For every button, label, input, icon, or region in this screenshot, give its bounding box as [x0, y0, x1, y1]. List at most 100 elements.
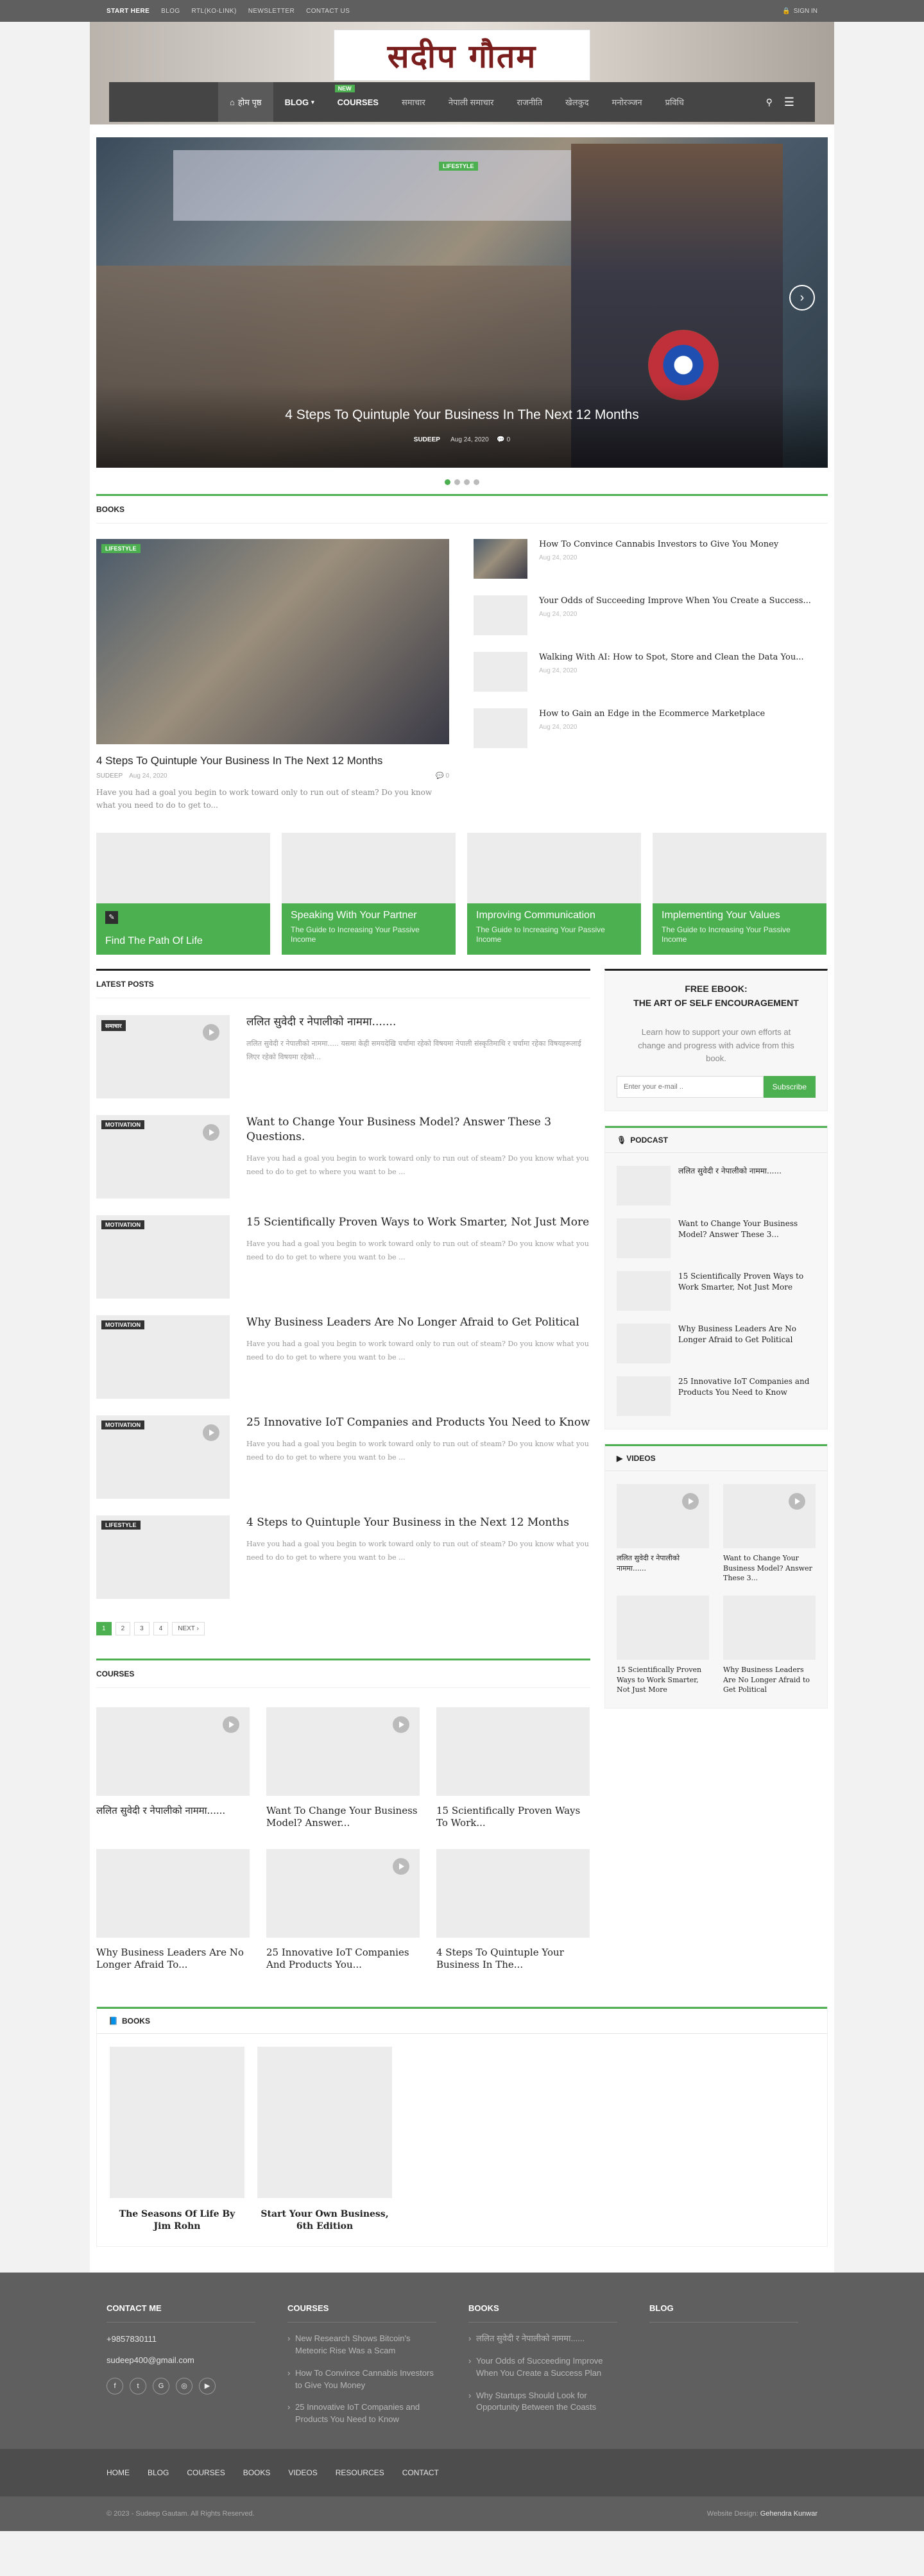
- post-author[interactable]: SUDEEP: [96, 772, 123, 780]
- nav-courses[interactable]: NEW COURSES: [326, 82, 390, 122]
- post-thumbnail[interactable]: [474, 539, 527, 579]
- top-link-newsletter[interactable]: NEWSLETTER: [248, 8, 295, 15]
- slider-author[interactable]: SUDEEP: [414, 436, 440, 443]
- book-cover[interactable]: [257, 2046, 392, 2198]
- nav-blog[interactable]: BLOG ▾: [273, 82, 326, 122]
- category-badge[interactable]: MOTIVATION: [101, 1320, 145, 1329]
- footer-link[interactable]: Your Odds of Succeeding Improve When You…: [468, 2355, 617, 2380]
- course-thumbnail[interactable]: [436, 1707, 590, 1796]
- footer-nav-home[interactable]: HOME: [107, 2468, 130, 2477]
- video-thumbnail[interactable]: [617, 1484, 709, 1549]
- post-thumbnail[interactable]: समाचार: [96, 1014, 230, 1098]
- latest-post[interactable]: MOTIVATION Want to Change Your Business …: [96, 1114, 590, 1198]
- podcast-item-title[interactable]: ललित सुवेदी र नेपालीको नाममा......: [678, 1166, 782, 1206]
- subscribe-button[interactable]: Subscribe: [763, 1076, 816, 1098]
- post-title[interactable]: Why Business Leaders Are No Longer Afrai…: [246, 1315, 590, 1330]
- video-thumbnail[interactable]: [617, 1596, 709, 1660]
- email-field[interactable]: [617, 1076, 764, 1098]
- nav-sports[interactable]: खेलकुद: [554, 82, 600, 122]
- post-thumbnail[interactable]: [474, 708, 527, 748]
- footer-nav-contact[interactable]: CONTACT: [402, 2468, 439, 2477]
- facebook-icon[interactable]: f: [107, 2377, 123, 2394]
- footer-nav-resources[interactable]: RESOURCES: [336, 2468, 384, 2477]
- course-title[interactable]: 4 Steps To Quintuple Your Business In Th…: [436, 1947, 590, 1972]
- post-thumbnail[interactable]: LIFESTYLE: [96, 1515, 230, 1599]
- next-page-button[interactable]: NEXT ›: [172, 1621, 205, 1635]
- book-cover[interactable]: [110, 2046, 244, 2198]
- post-title[interactable]: Want to Change Your Business Model? Answ…: [246, 1115, 590, 1145]
- course-thumbnail[interactable]: [266, 1707, 420, 1796]
- slider-category-badge[interactable]: LIFESTYLE: [439, 162, 478, 171]
- podcast-item[interactable]: 15 Scientifically Proven Ways to Work Sm…: [605, 1258, 827, 1311]
- latest-post[interactable]: LIFESTYLE 4 Steps to Quintuple Your Busi…: [96, 1515, 590, 1599]
- instagram-icon[interactable]: ◎: [176, 2377, 193, 2394]
- podcast-item-title[interactable]: Want to Change Your Business Model? Answ…: [678, 1218, 816, 1258]
- list-item[interactable]: Your Odds of Succeeding Improve When You…: [474, 595, 828, 635]
- latest-post[interactable]: MOTIVATION Why Business Leaders Are No L…: [96, 1315, 590, 1399]
- page-button[interactable]: 4: [153, 1621, 169, 1635]
- video-title[interactable]: 15 Scientifically Proven Ways to Work Sm…: [617, 1665, 709, 1694]
- podcast-item[interactable]: Want to Change Your Business Model? Answ…: [605, 1206, 827, 1259]
- books-main-title[interactable]: 4 Steps To Quintuple Your Business In Th…: [96, 755, 449, 767]
- video-title[interactable]: Why Business Leaders Are No Longer Afrai…: [723, 1665, 816, 1694]
- podcast-item[interactable]: ललित सुवेदी र नेपालीको नाममा......: [605, 1153, 827, 1206]
- footer-link[interactable]: 25 Innovative IoT Companies and Products…: [287, 2401, 436, 2426]
- category-badge[interactable]: MOTIVATION: [101, 1120, 145, 1129]
- twitter-icon[interactable]: t: [130, 2377, 146, 2394]
- nav-tech[interactable]: प्रविधि: [654, 82, 696, 122]
- youtube-icon[interactable]: ▶: [199, 2377, 216, 2394]
- video-item[interactable]: Want to Change Your Business Model? Answ…: [723, 1484, 816, 1583]
- slider-dot[interactable]: [474, 479, 479, 485]
- podcast-thumbnail[interactable]: [617, 1376, 671, 1417]
- slider-dot[interactable]: [445, 479, 450, 485]
- course-item[interactable]: Want To Change Your Business Model? Answ…: [266, 1707, 420, 1830]
- video-title[interactable]: ललित सुवेदी र नेपालीको नाममा......: [617, 1553, 709, 1573]
- video-thumbnail[interactable]: [723, 1596, 816, 1660]
- footer-link[interactable]: Why Startups Should Look for Opportunity…: [468, 2390, 617, 2414]
- list-item-title[interactable]: Your Odds of Succeeding Improve When You…: [539, 595, 811, 607]
- search-icon[interactable]: ⚲: [766, 97, 773, 108]
- book-title[interactable]: The Seasons Of Life By Jim Rohn: [110, 2208, 244, 2233]
- footer-link[interactable]: ललित सुवेदी र नेपालीको नाममा......: [468, 2333, 617, 2345]
- podcast-item-title[interactable]: Why Business Leaders Are No Longer Afrai…: [678, 1324, 816, 1363]
- top-link-start[interactable]: START HERE: [107, 8, 150, 15]
- course-thumbnail[interactable]: [96, 1848, 250, 1938]
- post-title[interactable]: ललित सुवेदी र नेपालीको नाममा.......: [246, 1015, 590, 1030]
- list-item-title[interactable]: How to Gain an Edge in the Ecommerce Mar…: [539, 708, 765, 720]
- slider-title[interactable]: 4 Steps To Quintuple Your Business In Th…: [96, 407, 828, 423]
- footer-phone[interactable]: +9857830111: [107, 2334, 255, 2344]
- video-item[interactable]: ललित सुवेदी र नेपालीको नाममा......: [617, 1484, 709, 1583]
- nav-politics[interactable]: राजनीति: [505, 82, 554, 122]
- feature-card[interactable]: Implementing Your Values The Guide to Inc…: [653, 832, 826, 955]
- course-item[interactable]: 4 Steps To Quintuple Your Business In Th…: [436, 1848, 590, 1972]
- list-item-title[interactable]: Walking With AI: How to Spot, Store and …: [539, 652, 804, 663]
- podcast-item[interactable]: Why Business Leaders Are No Longer Afrai…: [605, 1311, 827, 1364]
- post-title[interactable]: 25 Innovative IoT Companies and Products…: [246, 1415, 590, 1430]
- podcast-thumbnail[interactable]: [617, 1271, 671, 1311]
- category-badge[interactable]: समाचार: [101, 1019, 126, 1031]
- footer-link[interactable]: How To Convince Cannabis Investors to Gi…: [287, 2367, 436, 2392]
- site-logo[interactable]: सदीप गौतम: [334, 30, 590, 81]
- signin-link[interactable]: 🔒 SIGN IN: [782, 8, 817, 15]
- top-link-contact[interactable]: CONTACT US: [306, 8, 350, 15]
- podcast-item-title[interactable]: 15 Scientifically Proven Ways to Work Sm…: [678, 1271, 816, 1311]
- post-title[interactable]: 4 Steps to Quintuple Your Business in th…: [246, 1515, 590, 1530]
- latest-post[interactable]: समाचार ललित सुवेदी र नेपालीको नाममा.....…: [96, 1014, 590, 1098]
- category-badge[interactable]: MOTIVATION: [101, 1220, 145, 1229]
- book-item[interactable]: The Seasons Of Life By Jim Rohn: [110, 2046, 244, 2233]
- course-thumbnail[interactable]: [266, 1848, 420, 1938]
- latest-post[interactable]: MOTIVATION 25 Innovative IoT Companies a…: [96, 1415, 590, 1499]
- page-button[interactable]: 3: [134, 1621, 150, 1635]
- course-item[interactable]: Why Business Leaders Are No Longer Afrai…: [96, 1848, 250, 1972]
- feature-card[interactable]: Speaking With Your Partner The Guide to I…: [282, 832, 456, 955]
- course-thumbnail[interactable]: [436, 1848, 590, 1938]
- course-item[interactable]: 25 Innovative IoT Companies And Products…: [266, 1848, 420, 1972]
- page-button[interactable]: 2: [115, 1621, 131, 1635]
- post-title[interactable]: 15 Scientifically Proven Ways to Work Sm…: [246, 1215, 590, 1230]
- book-title[interactable]: Start Your Own Business, 6th Edition: [257, 2208, 392, 2233]
- post-thumbnail[interactable]: [474, 652, 527, 692]
- slider-next-button[interactable]: ›: [789, 285, 815, 311]
- top-link-rtl[interactable]: RTL(KO-LINK): [192, 8, 237, 15]
- course-thumbnail[interactable]: [96, 1707, 250, 1796]
- nav-nepali-news[interactable]: नेपाली समाचार: [437, 82, 506, 122]
